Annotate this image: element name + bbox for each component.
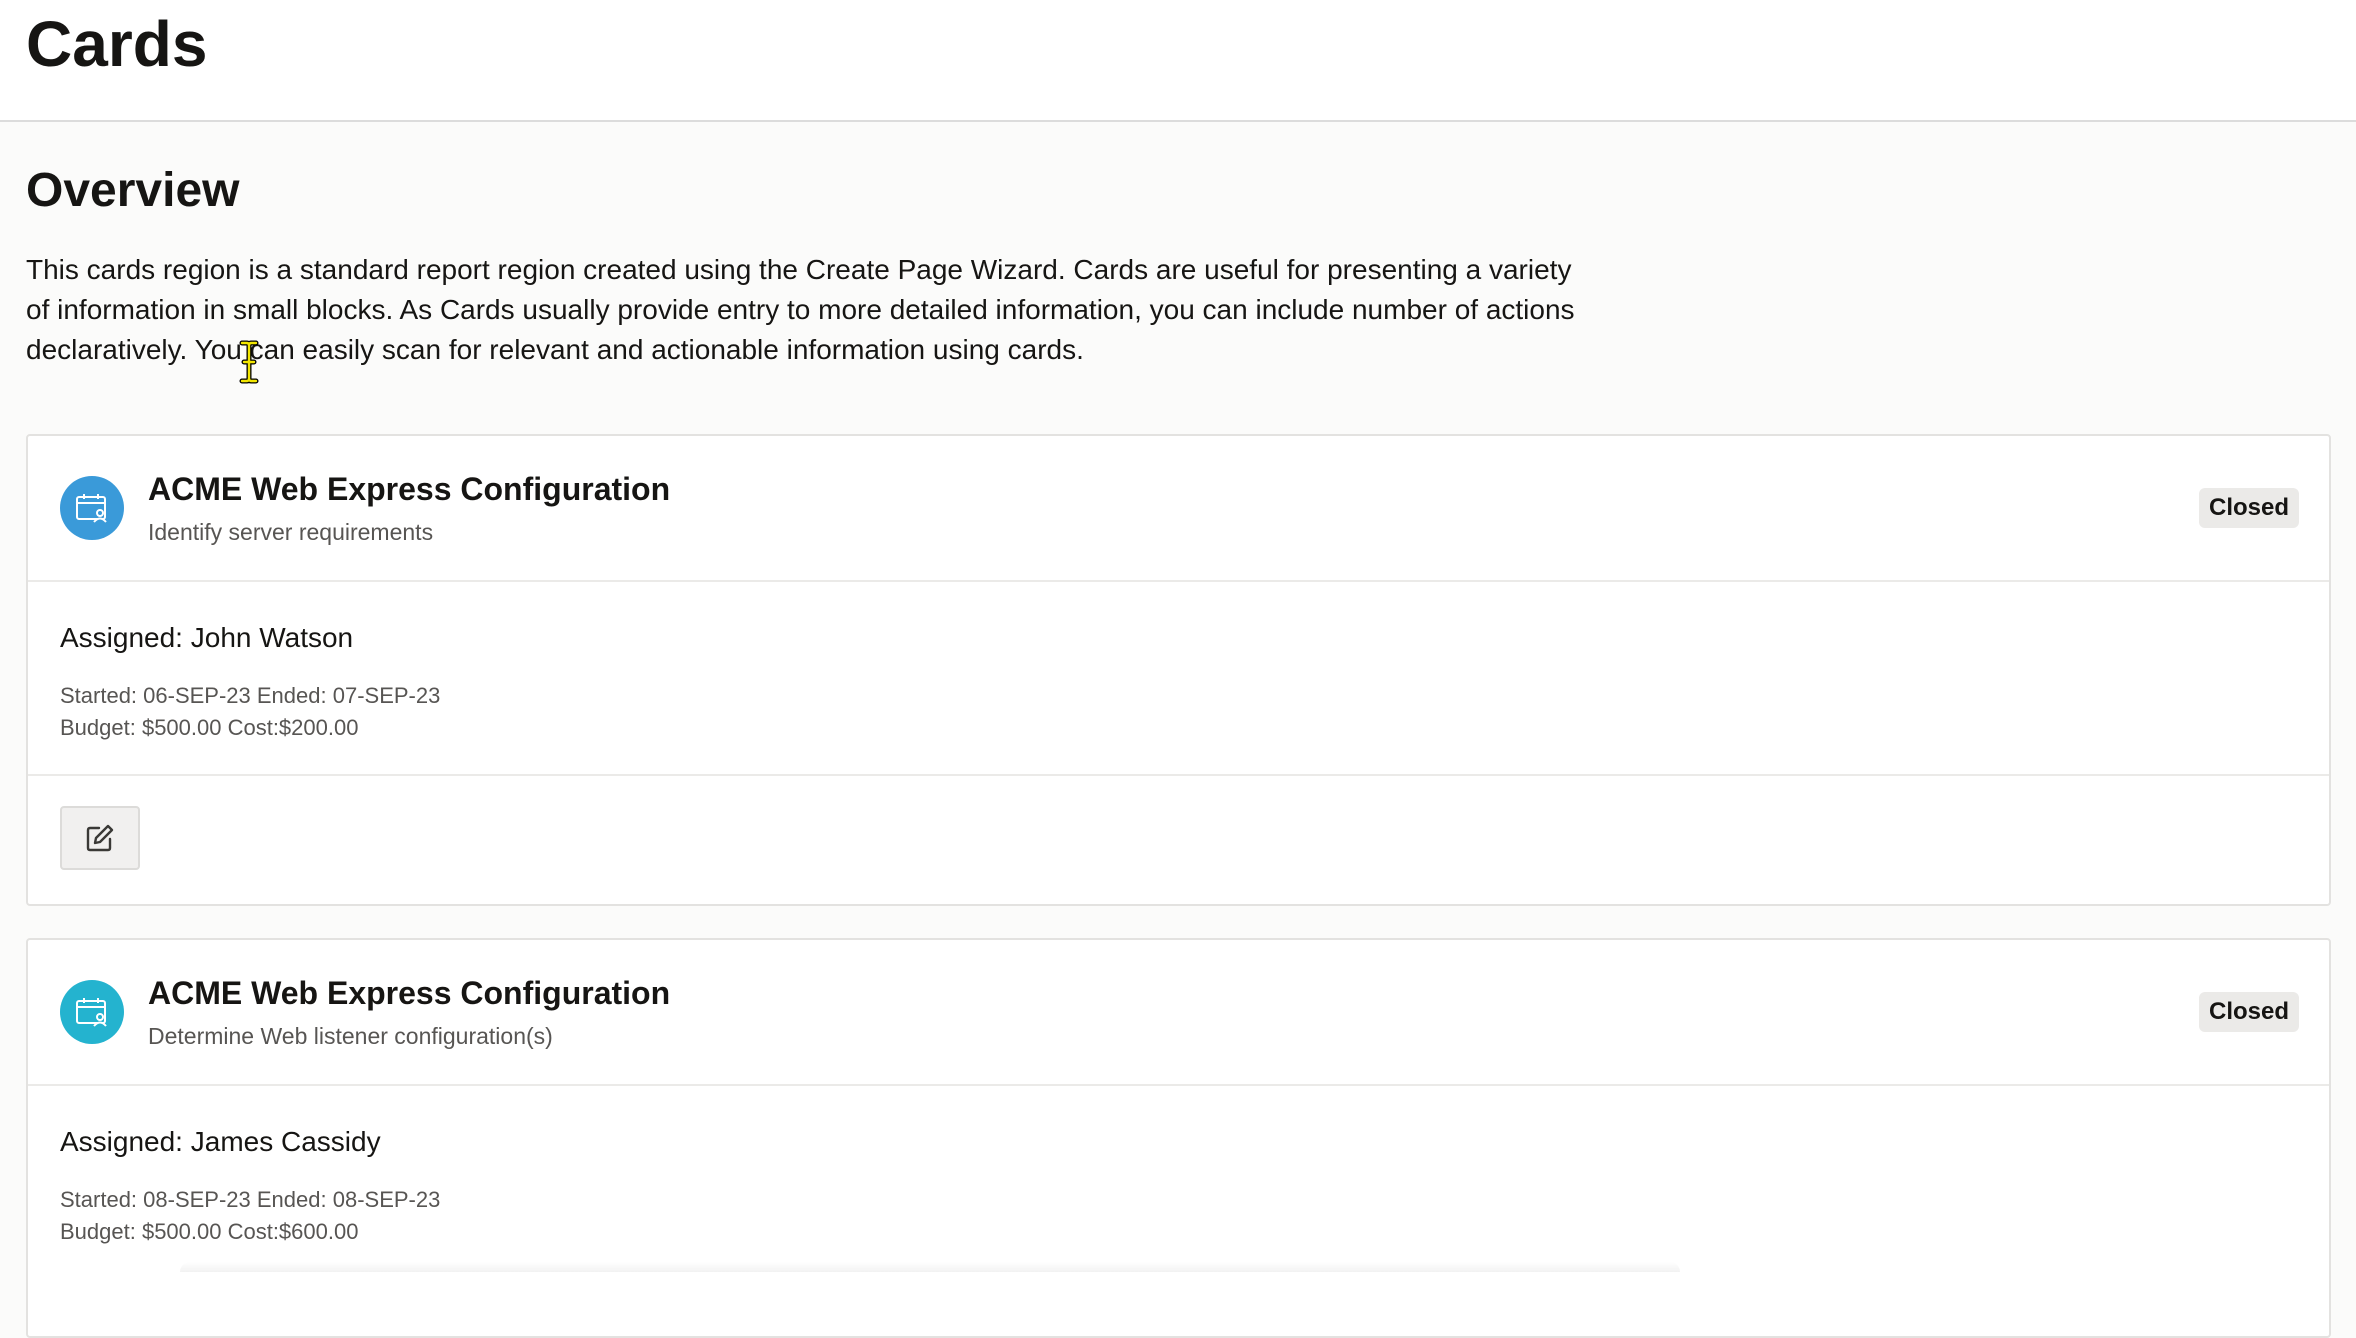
page-header: Cards <box>0 0 2356 122</box>
card-icon-circle <box>60 476 124 540</box>
card-body: Assigned: James Cassidy Started: 08-SEP-… <box>28 1086 2329 1280</box>
card-subtitle: Determine Web listener configuration(s) <box>148 1023 553 1049</box>
card-header: ACME Web Express Configuration Determine… <box>28 940 2329 1086</box>
status-badge: Closed <box>2198 992 2299 1032</box>
page-title: Cards <box>26 8 208 80</box>
overview-description: This cards region is a standard report r… <box>26 254 1575 365</box>
card-header: ACME Web Express Configuration Identify … <box>28 436 2329 582</box>
calendar-user-icon <box>76 998 107 1027</box>
card-subtitle: Identify server requirements <box>148 519 434 545</box>
edit-button[interactable] <box>60 806 140 870</box>
card-assigned: Assigned: John Watson <box>60 622 354 653</box>
card-dates: Started: 06-SEP-23 Ended: 07-SEP-23 <box>60 683 441 708</box>
card-body: Assigned: John Watson Started: 06-SEP-23… <box>28 582 2329 776</box>
card-actions <box>28 776 2329 906</box>
card[interactable]: ACME Web Express Configuration Determine… <box>26 938 2331 1338</box>
edit-icon <box>86 824 114 852</box>
card-budget: Budget: $500.00 Cost:$600.00 <box>60 1219 359 1244</box>
overview-heading: Overview <box>26 164 240 217</box>
card[interactable]: ACME Web Express Configuration Identify … <box>26 434 2331 906</box>
text-cursor-icon <box>239 340 259 384</box>
card-title: ACME Web Express Configuration <box>148 471 671 507</box>
card-assigned: Assigned: James Cassidy <box>60 1126 381 1157</box>
card-meta: Started: 08-SEP-23 Ended: 08-SEP-23 Budg… <box>60 1184 440 1248</box>
card-meta: Started: 06-SEP-23 Ended: 07-SEP-23 Budg… <box>60 680 440 744</box>
bottom-overlay-edge <box>180 1262 1680 1272</box>
card-budget: Budget: $500.00 Cost:$200.00 <box>60 715 359 740</box>
status-badge: Closed <box>2198 488 2299 528</box>
card-dates: Started: 08-SEP-23 Ended: 08-SEP-23 <box>60 1187 441 1212</box>
card-title: ACME Web Express Configuration <box>148 975 671 1011</box>
calendar-user-icon <box>76 494 107 523</box>
card-icon-circle <box>60 980 124 1044</box>
